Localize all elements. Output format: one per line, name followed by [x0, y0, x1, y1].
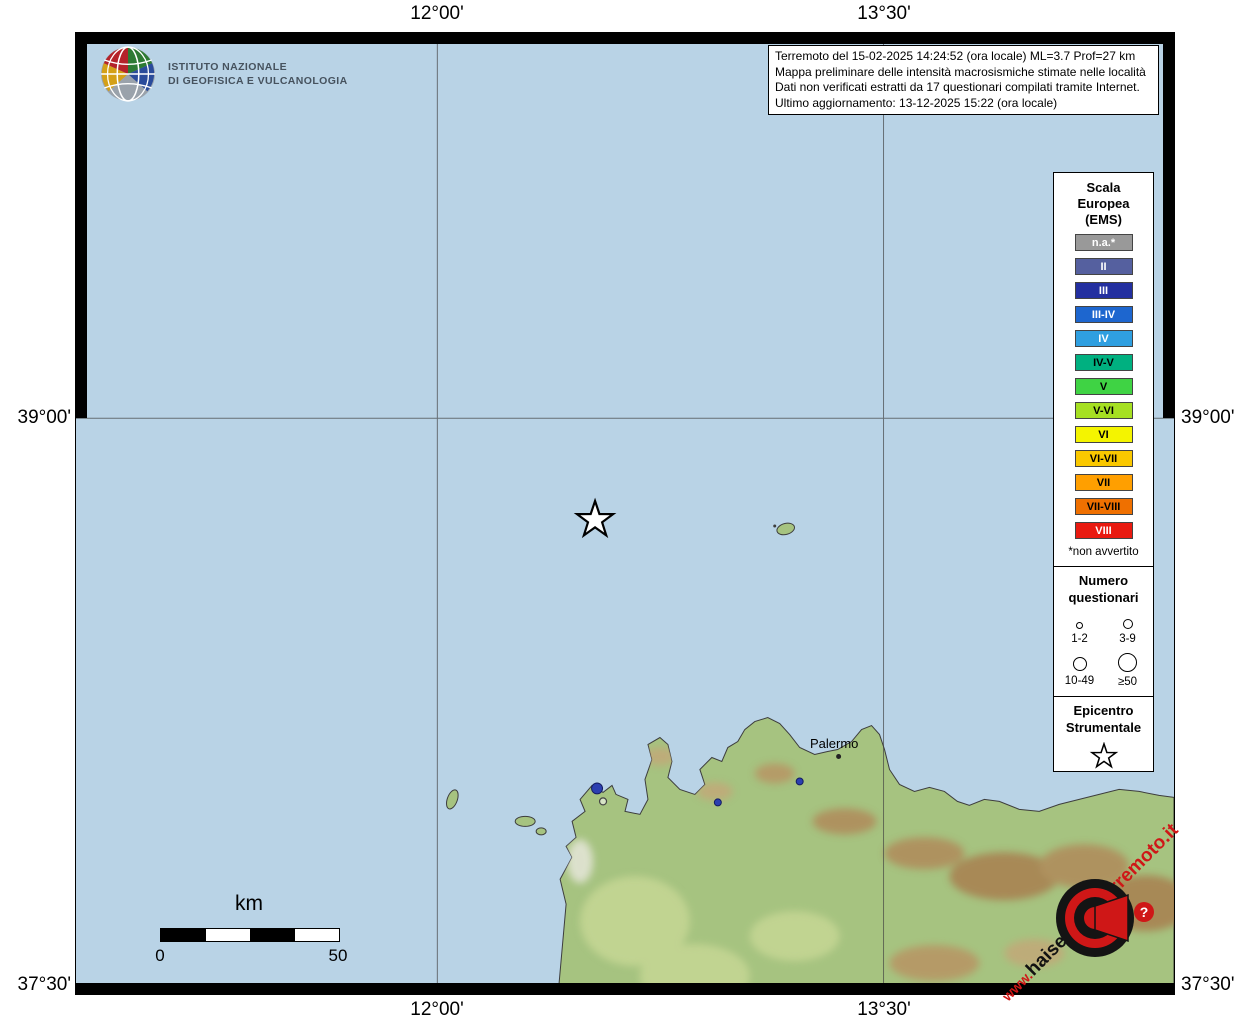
legend-swatch-v: V: [1075, 378, 1133, 395]
watermark-question-mark: ?: [1140, 904, 1149, 920]
scale-bar-segment: [294, 929, 339, 941]
legend-swatch-v-vi: V-VI: [1075, 402, 1133, 419]
legend-swatch-iii-iv: III-IV: [1075, 306, 1133, 323]
epicenter-section-title: Epicentro Strumentale: [1066, 702, 1141, 736]
size-circle-large-icon: [1073, 657, 1087, 671]
lon-label-bottom-left: 12°00': [387, 999, 487, 1021]
island-favignana: [515, 816, 535, 826]
scale-bar-segment: [250, 929, 295, 941]
legend-title-line2: Europea: [1077, 196, 1129, 212]
legend-swatch-vi: VI: [1075, 426, 1133, 443]
size-label-3-9: 3-9: [1119, 633, 1136, 645]
ingv-globe-icon: [100, 46, 156, 102]
epicenter-title-line2: Strumentale: [1066, 719, 1141, 736]
legend-title-line1: Scala: [1077, 180, 1129, 196]
event-info-box: Terremoto del 15-02-2025 14:24:52 (ora l…: [768, 45, 1159, 115]
legend-swatch-ii: II: [1075, 258, 1133, 275]
legend-swatch-vii: VII: [1075, 474, 1133, 491]
legend-divider: [1054, 566, 1153, 567]
scale-bar-segment: [205, 929, 250, 941]
epicenter-star-icon: [1089, 742, 1119, 771]
epicenter-title-line1: Epicentro: [1066, 702, 1141, 719]
scale-bar: [160, 928, 340, 942]
scale-bar-segment: [161, 929, 205, 941]
lon-label-top-left: 12°00': [387, 3, 487, 25]
legend-divider: [1054, 696, 1153, 697]
legend-panel: Scala Europea (EMS) n.a.* II III III-IV …: [1053, 172, 1154, 772]
legend-swatch-iii: III: [1075, 282, 1133, 299]
legend-swatch-viii: VIII: [1075, 522, 1133, 539]
ingv-name-line2: DI GEOFISICA E VULCANOLOGIA: [168, 74, 348, 88]
size-label-50plus: ≥50: [1118, 676, 1137, 688]
size-circle-small-icon: [1076, 622, 1083, 629]
questionnaire-title-line2: questionari: [1068, 589, 1138, 606]
legend-title: Scala Europea (EMS): [1077, 180, 1129, 228]
lon-label-top-right: 13°30': [834, 3, 934, 25]
legend-swatch-iv: IV: [1075, 330, 1133, 347]
legend-swatch-vii-viii: VII-VIII: [1075, 498, 1133, 515]
size-circle-medium-icon: [1123, 619, 1133, 629]
size-label-10-49: 10-49: [1065, 675, 1094, 687]
map-geography: [76, 33, 1174, 994]
lat-label-right-bottom: 37°30': [1181, 974, 1255, 996]
scale-bar-start-label: 0: [148, 946, 172, 966]
questionnaire-section-title: Numero questionari: [1068, 572, 1138, 606]
event-info-line2: Mappa preliminare delle intensità macros…: [775, 65, 1152, 81]
size-circle-xlarge-icon: [1118, 653, 1137, 672]
ingv-name-line1: ISTITUTO NAZIONALE: [168, 60, 348, 74]
questionnaire-size-1: 1-2: [1057, 614, 1103, 645]
scale-bar-unit: km: [160, 892, 338, 916]
lat-label-left-bottom: 37°30': [0, 974, 71, 996]
ingv-logo-text: ISTITUTO NAZIONALE DI GEOFISICA E VULCAN…: [168, 60, 348, 88]
event-info-line4: Ultimo aggiornamento: 13-12-2025 15:22 (…: [775, 96, 1152, 112]
legend-footnote: *non avvertito: [1068, 546, 1138, 558]
seismic-intensity-map-page: Palermo 12°00' 13°30' 12°00' 13°30' 39°0…: [0, 0, 1255, 1024]
legend-swatch-iv-v: IV-V: [1075, 354, 1133, 371]
ingv-logo: ISTITUTO NAZIONALE DI GEOFISICA E VULCAN…: [100, 46, 348, 102]
legend-intensity-scale: n.a.* II III III-IV IV IV-V V V-VI VI VI…: [1075, 234, 1133, 539]
questionnaire-size-3: 10-49: [1057, 653, 1103, 688]
lat-label-left-top: 39°00': [0, 407, 71, 429]
city-label-palermo: Palermo: [810, 736, 858, 751]
map-canvas: [75, 32, 1175, 995]
questionnaire-size-4: ≥50: [1105, 653, 1151, 688]
questionnaire-sizes-row1: 1-2 3-9: [1056, 614, 1152, 645]
legend-swatch-vi-vii: VI-VII: [1075, 450, 1133, 467]
frame-bar-right: [1163, 32, 1175, 418]
frame-bar-top: [75, 32, 1175, 44]
lon-label-bottom-right: 13°30': [834, 999, 934, 1021]
frame-bar-left: [75, 32, 87, 418]
size-label-1-2: 1-2: [1071, 633, 1088, 645]
legend-swatch-na: n.a.*: [1075, 234, 1133, 251]
questionnaire-size-2: 3-9: [1105, 614, 1151, 645]
haisentitoilterremoto-logo-icon: ?: [1040, 862, 1170, 982]
questionnaire-sizes-row2: 10-49 ≥50: [1056, 653, 1152, 688]
islet-dot: [773, 524, 776, 527]
legend-title-line3: (EMS): [1077, 212, 1129, 228]
scale-bar-end-label: 50: [319, 946, 357, 966]
questionnaire-title-line1: Numero: [1068, 572, 1138, 589]
event-info-line1: Terremoto del 15-02-2025 14:24:52 (ora l…: [775, 49, 1152, 65]
event-info-line3: Dati non verificati estratti da 17 quest…: [775, 80, 1152, 96]
island-small: [536, 828, 546, 835]
lat-label-right-top: 39°00': [1181, 407, 1255, 429]
